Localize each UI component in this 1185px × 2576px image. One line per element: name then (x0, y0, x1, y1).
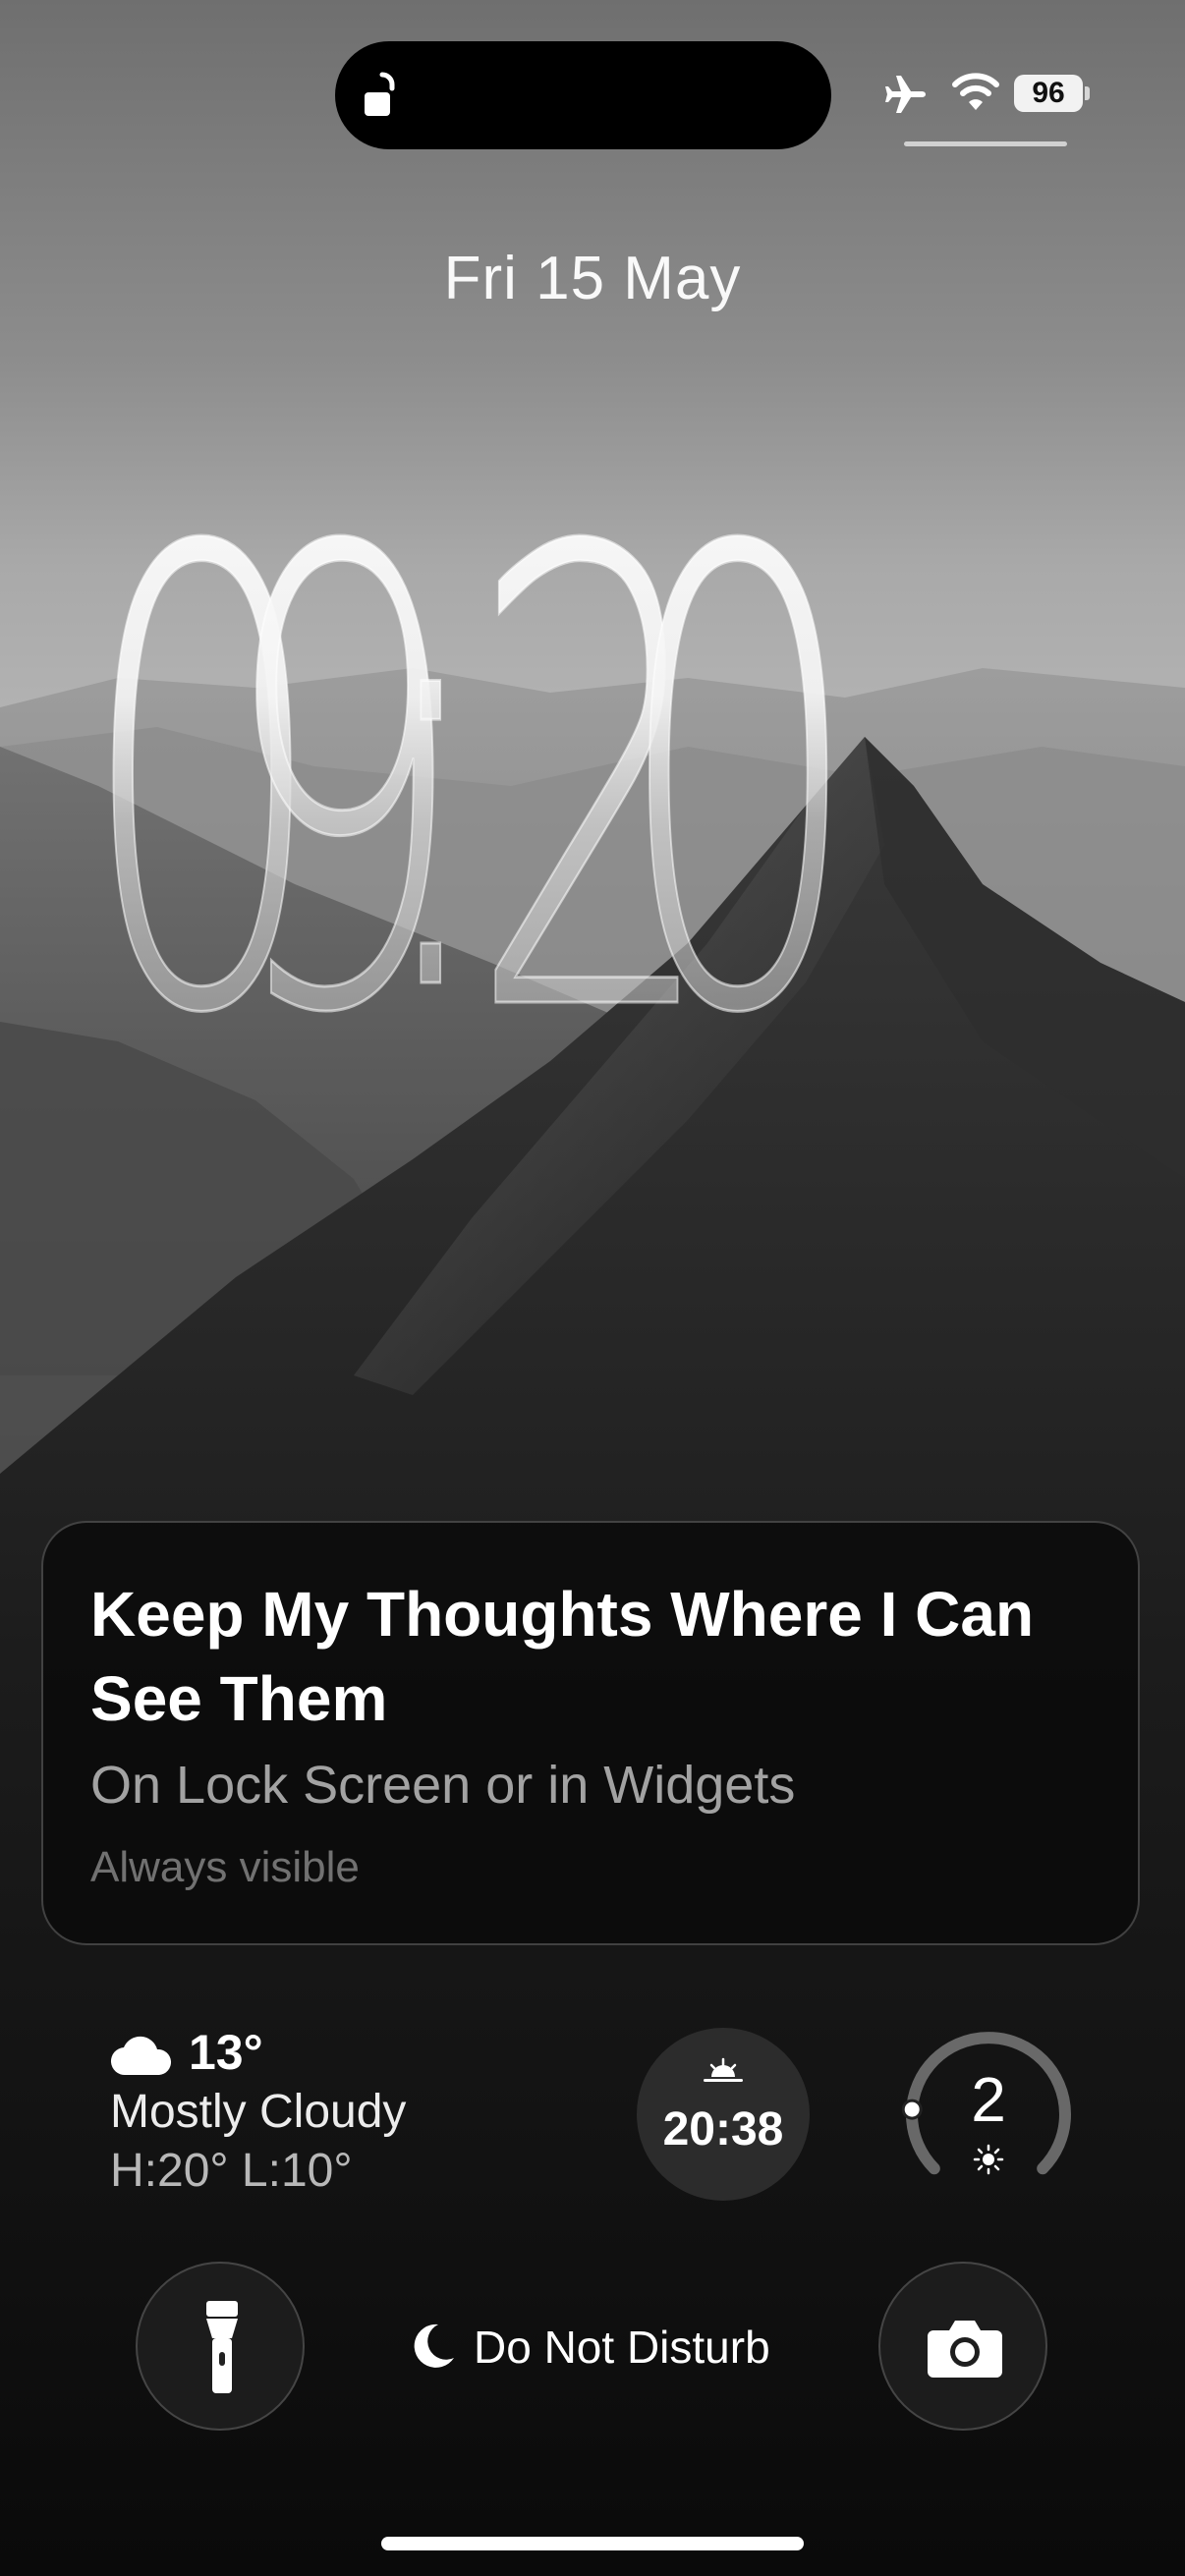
focus-mode-label: Do Not Disturb (474, 2322, 770, 2373)
sunset-icon (704, 2057, 743, 2082)
camera-button[interactable] (878, 2262, 1047, 2431)
battery-level: 96 (1014, 75, 1083, 112)
home-indicator[interactable] (381, 2537, 804, 2550)
cloud-icon (110, 2036, 172, 2076)
lock-screen-date: Fri 15 May (443, 245, 742, 312)
sunset-widget[interactable]: 20:38 (637, 2028, 810, 2201)
weather-condition: Mostly Cloudy (110, 2086, 407, 2138)
dynamic-island (335, 41, 831, 149)
weather-high-low: H:20° L:10° (110, 2145, 353, 2197)
uv-index-widget[interactable]: 2 (902, 2028, 1075, 2201)
camera-icon (928, 2321, 1002, 2378)
widget-caption: Always visible (90, 1843, 360, 1891)
uv-index-value: 2 (971, 2064, 1006, 2135)
sunset-time: 20:38 (662, 2103, 784, 2156)
clock-minute-ones: 0 (615, 419, 863, 1041)
control-center-indicator[interactable] (904, 141, 1067, 146)
sun-icon (973, 2144, 1004, 2175)
moon-icon (414, 2324, 454, 2368)
unlocked-padlock-icon (365, 72, 395, 116)
widget-title: Keep My Thoughts Where I Can See Them (90, 1579, 1035, 1734)
lock-screen-clock: 0 9 : 2 0 (79, 398, 864, 1041)
battery-indicator: 96 (1014, 75, 1091, 112)
flashlight-icon (206, 2301, 238, 2393)
widget-subtitle: On Lock Screen or in Widgets (90, 1756, 796, 1815)
weather-widget[interactable]: 13° Mostly Cloudy H:20° L:10° (110, 2024, 523, 2201)
battery-tip (1085, 86, 1090, 100)
airplane-icon (885, 76, 926, 113)
notes-widget[interactable]: Keep My Thoughts Where I Can See Them On… (41, 1521, 1140, 1945)
flashlight-button[interactable] (136, 2262, 305, 2431)
weather-temperature: 13° (189, 2025, 263, 2080)
wifi-icon (952, 73, 999, 110)
